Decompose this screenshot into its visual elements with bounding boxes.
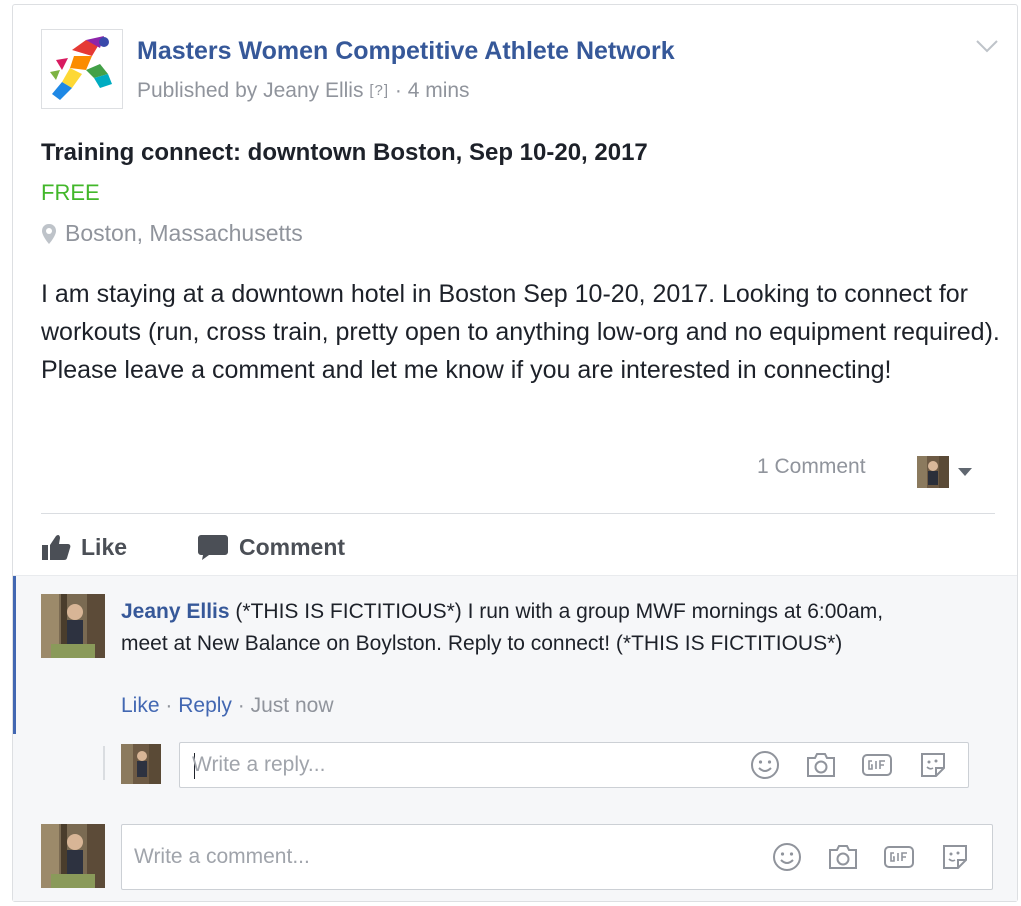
gif-icon[interactable]	[882, 840, 916, 874]
comment-reply-link[interactable]: Reply	[178, 694, 232, 717]
event-price: FREE	[41, 180, 100, 205]
group-logo[interactable]	[41, 29, 123, 109]
comment-actions-separator: ·	[237, 694, 245, 717]
gif-icon[interactable]	[860, 748, 894, 782]
comment-text: (*THIS IS FICTITIOUS*) I run with a grou…	[121, 600, 884, 655]
focus-indicator	[13, 576, 16, 734]
camera-icon[interactable]	[804, 748, 838, 782]
speech-bubble-icon	[198, 535, 228, 560]
event-location: Boston, Massachusetts	[41, 220, 303, 247]
reply-composer-tools	[748, 743, 972, 787]
help-mark[interactable]: [?]	[369, 82, 389, 99]
audience-selector[interactable]	[917, 455, 979, 489]
avatar	[917, 456, 949, 488]
comment-actions-separator: ·	[165, 694, 173, 717]
sticker-icon[interactable]	[916, 748, 950, 782]
location-pin-icon	[42, 223, 56, 244]
thumbs-up-icon	[42, 534, 71, 560]
like-button[interactable]: Like	[41, 529, 127, 565]
caret-down-icon	[958, 468, 972, 476]
location-text: Boston, Massachusetts	[65, 220, 303, 246]
reply-input[interactable]	[192, 743, 732, 787]
comment-input[interactable]	[134, 825, 674, 889]
reply-thread-line	[103, 746, 105, 780]
post-meta: Published by Jeany Ellis [?] · 4 mins	[137, 79, 470, 103]
chevron-down-icon[interactable]	[973, 35, 1001, 57]
group-name-link[interactable]: Masters Women Competitive Athlete Networ…	[137, 37, 675, 66]
post-timestamp[interactable]: 4 mins	[408, 79, 470, 102]
comment-label: Comment	[239, 533, 346, 560]
comment-count[interactable]: 1 Comment	[757, 455, 866, 479]
comment-body: Jeany Ellis (*THIS IS FICTITIOUS*) I run…	[121, 596, 921, 660]
camera-icon[interactable]	[826, 840, 860, 874]
comment-button[interactable]: Comment	[197, 529, 345, 565]
like-label: Like	[81, 533, 128, 560]
comment-like-link[interactable]: Like	[121, 694, 160, 717]
event-title[interactable]: Training connect: downtown Boston, Sep 1…	[41, 139, 648, 167]
post-body: I am staying at a downtown hotel in Bost…	[41, 280, 1000, 384]
comments-section: Jeany Ellis (*THIS IS FICTITIOUS*) I run…	[13, 575, 1017, 901]
emoji-icon[interactable]	[770, 840, 804, 874]
comment-composer-tools	[770, 825, 994, 889]
comment-author-link[interactable]: Jeany Ellis	[121, 600, 230, 623]
divider	[41, 513, 995, 514]
post-card: Masters Women Competitive Athlete Networ…	[12, 4, 1018, 902]
avatar	[121, 744, 161, 784]
avatar[interactable]	[41, 594, 105, 658]
comment-composer[interactable]	[121, 824, 993, 890]
sticker-icon[interactable]	[938, 840, 972, 874]
post-author: Jeany Ellis	[263, 79, 364, 102]
emoji-icon[interactable]	[748, 748, 782, 782]
avatar	[41, 824, 105, 888]
comment-timestamp[interactable]: Just now	[251, 694, 334, 717]
meta-separator: ·	[394, 79, 402, 102]
reply-composer[interactable]	[179, 742, 969, 788]
published-prefix: Published by	[137, 79, 258, 102]
comment-actions: Like · Reply · Just now	[121, 694, 333, 718]
